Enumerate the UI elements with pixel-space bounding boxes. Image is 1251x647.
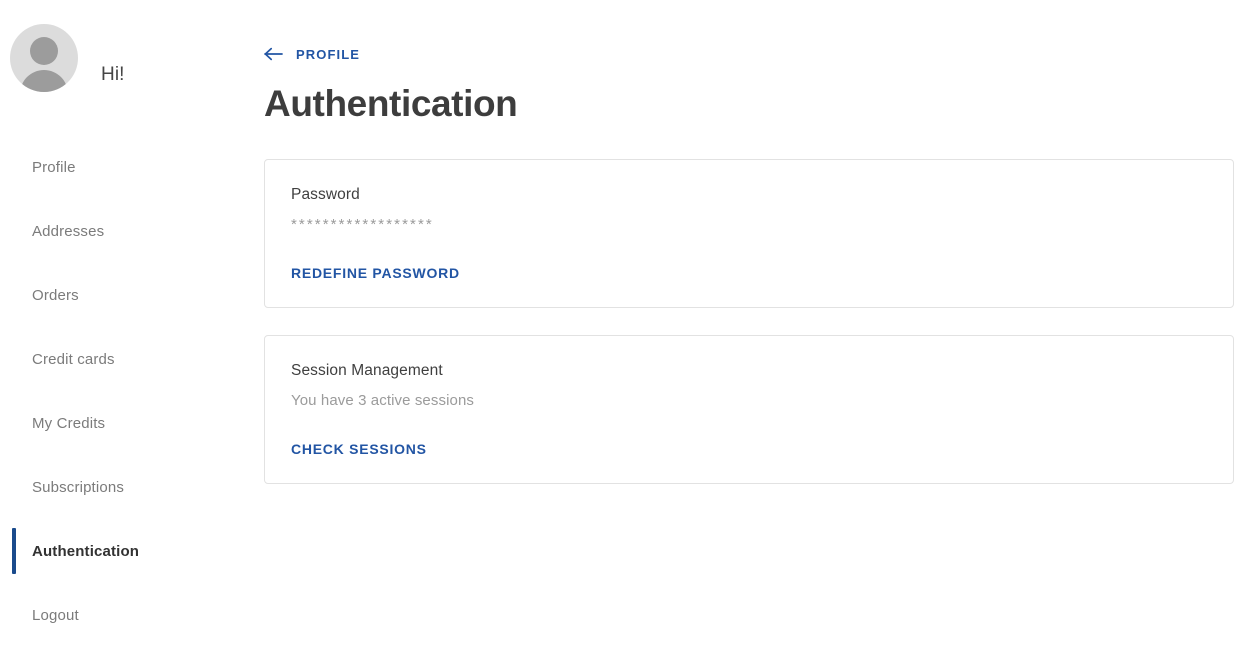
active-sessions-count: You have 3 active sessions <box>291 392 474 410</box>
sidebar-item-label: Credit cards <box>32 350 115 368</box>
main-content: PROFILE Authentication Password ********… <box>262 0 1251 485</box>
avatar-body-shape <box>20 70 68 92</box>
sidebar-item-my-credits[interactable]: My Credits <box>0 391 262 455</box>
breadcrumb-back-to-profile[interactable]: PROFILE <box>264 44 360 64</box>
user-avatar-icon <box>10 24 78 92</box>
sidebar-item-label: Logout <box>32 606 79 624</box>
sidebar-item-authentication[interactable]: Authentication <box>0 519 262 583</box>
sidebar-item-label: Addresses <box>32 222 105 240</box>
sidebar-user-block: Hi! <box>0 12 262 92</box>
sidebar-item-profile[interactable]: Profile <box>0 135 262 199</box>
sidebar-item-label: Orders <box>32 286 79 304</box>
check-sessions-button[interactable]: CHECK SESSIONS <box>291 442 427 456</box>
card-title: Session Management <box>291 361 443 379</box>
sidebar-nav: Profile Addresses Orders Credit cards My… <box>0 135 262 647</box>
avatar-head-shape <box>30 37 58 65</box>
password-masked-value: ****************** <box>291 215 434 233</box>
arrow-left-icon <box>264 47 284 61</box>
page-title: Authentication <box>264 83 518 124</box>
app-root: Hi! Profile Addresses Orders Credit card… <box>0 0 1251 624</box>
sidebar-item-label: Profile <box>32 158 76 176</box>
card-title: Password <box>291 185 360 203</box>
password-card: Password ****************** REDEFINE PAS… <box>264 158 1234 308</box>
sidebar-item-addresses[interactable]: Addresses <box>0 199 262 263</box>
user-greeting: Hi! <box>101 64 125 85</box>
sidebar-item-subscriptions[interactable]: Subscriptions <box>0 455 262 519</box>
sidebar-item-credit-cards[interactable]: Credit cards <box>0 327 262 391</box>
sidebar-item-label: My Credits <box>32 414 106 432</box>
cards-container: Password ****************** REDEFINE PAS… <box>264 158 1234 485</box>
sidebar-item-label: Subscriptions <box>32 478 124 496</box>
redefine-password-button[interactable]: REDEFINE PASSWORD <box>291 266 460 280</box>
session-management-card: Session Management You have 3 active ses… <box>264 334 1234 485</box>
sidebar: Hi! Profile Addresses Orders Credit card… <box>0 0 262 624</box>
sidebar-item-logout[interactable]: Logout <box>0 583 262 647</box>
sidebar-item-orders[interactable]: Orders <box>0 263 262 327</box>
breadcrumb-label: PROFILE <box>296 46 361 62</box>
sidebar-item-label: Authentication <box>32 542 140 560</box>
